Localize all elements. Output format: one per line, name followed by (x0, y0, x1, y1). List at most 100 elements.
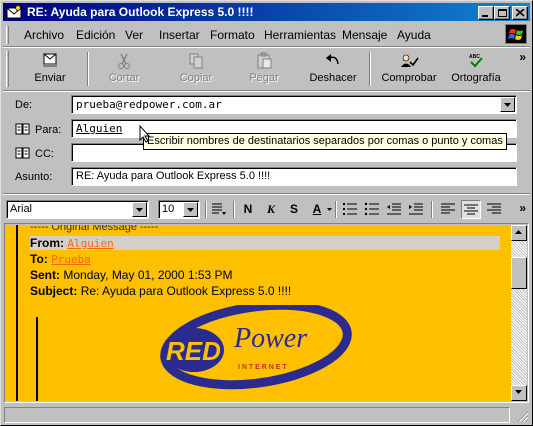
to-label: Para: (35, 124, 62, 136)
subject-field[interactable]: RE: Ayuda para Outlook Express 5.0 !!!! (71, 167, 517, 186)
to-line-link[interactable]: Prueba (51, 253, 91, 266)
menu-ver[interactable]: Ver (125, 28, 143, 42)
bold-button[interactable]: N (238, 200, 258, 219)
close-button[interactable] (512, 6, 528, 20)
format-separator (205, 201, 207, 218)
menu-archivo[interactable]: Archivo (24, 28, 64, 42)
check-names-icon (401, 54, 419, 67)
increase-indent-button[interactable] (406, 200, 426, 219)
undo-icon (326, 54, 339, 65)
size-value: 10 (162, 203, 175, 215)
undo-label: Deshacer (309, 72, 357, 84)
title-bar[interactable]: RE: Ayuda para Outlook Express 5.0 !!!! (3, 3, 530, 21)
align-right-icon (487, 203, 501, 214)
underline-button[interactable]: S (284, 200, 304, 219)
subject-line-label: Subject: (30, 284, 78, 298)
format-bar: Arial 10 N K S A » (4, 197, 530, 221)
maximize-button[interactable] (494, 6, 510, 20)
menu-ayuda[interactable]: Ayuda (397, 28, 431, 42)
from-line-label: From: (30, 236, 64, 250)
subject-line: Subject: Re: Ayuda para Outlook Express … (30, 284, 291, 298)
from-line: From: Alguien (30, 236, 500, 250)
decrease-indent-button[interactable] (384, 200, 404, 219)
paste-button[interactable]: Pegar (232, 50, 296, 88)
check-names-button[interactable]: Comprobar (374, 50, 444, 88)
toolbar-separator (87, 52, 89, 86)
check-names-label: Comprobar (381, 72, 437, 84)
chevron-down-icon (187, 208, 194, 212)
bold-icon: N (243, 202, 253, 216)
send-button[interactable]: Enviar (18, 50, 82, 88)
size-select[interactable]: 10 (158, 200, 200, 219)
undo-button[interactable]: Deshacer (301, 50, 365, 88)
from-select[interactable]: prueba@redpower.com.ar (71, 95, 517, 114)
redpower-logo: RED Power I N T E R N E T (160, 305, 352, 390)
copy-icon (189, 53, 203, 69)
send-label: Enviar (34, 72, 66, 84)
font-color-icon: A (312, 202, 322, 216)
menu-grip[interactable] (6, 26, 9, 44)
minimize-button[interactable] (478, 6, 494, 20)
align-left-icon (441, 203, 455, 214)
align-left-button[interactable] (438, 200, 458, 219)
menu-edicion[interactable]: Edición (76, 28, 115, 42)
numbered-list-button[interactable] (340, 200, 360, 219)
font-dropdown-button[interactable] (132, 202, 147, 217)
to-recipient[interactable]: Alguien (76, 122, 122, 135)
scroll-up-button[interactable] (511, 225, 527, 241)
bullet-list-button[interactable] (362, 200, 382, 219)
menu-herramientas[interactable]: Herramientas (264, 28, 336, 42)
toolbar-separator (369, 52, 371, 86)
from-line-link[interactable]: Alguien (67, 237, 113, 250)
cc-label-wrap[interactable]: CC: (15, 147, 54, 160)
chevron-up-icon (515, 230, 522, 234)
window-title: RE: Ayuda para Outlook Express 5.0 !!!! (27, 5, 254, 19)
sent-line-value: Monday, May 01, 2000 1:53 PM (63, 268, 233, 282)
toolbar-more-button[interactable]: » (519, 50, 526, 64)
paragraph-style-button[interactable] (209, 200, 229, 219)
to-label-wrap[interactable]: Para: (15, 123, 61, 136)
spelling-label: Ortografía (451, 72, 501, 84)
scroll-down-button[interactable] (511, 385, 527, 401)
paste-label: Pegar (249, 72, 279, 84)
scroll-thumb[interactable] (511, 257, 527, 289)
cc-label: CC: (35, 148, 54, 160)
format-more-button[interactable]: » (519, 201, 526, 215)
menu-mensaje[interactable]: Mensaje (342, 28, 387, 42)
align-right-button[interactable] (484, 200, 504, 219)
align-center-icon (464, 204, 478, 215)
font-color-button[interactable]: A (307, 200, 327, 219)
vertical-scrollbar[interactable] (511, 225, 527, 401)
status-panel (4, 407, 510, 423)
menu-formato[interactable]: Formato (210, 28, 255, 42)
font-select[interactable]: Arial (6, 200, 149, 219)
menu-insertar[interactable]: Insertar (159, 28, 200, 42)
address-book-icon (15, 123, 30, 135)
chevron-down-icon (327, 208, 332, 211)
maximize-icon (498, 9, 507, 17)
numbered-list-icon (343, 203, 357, 215)
toolbar-grip[interactable] (6, 51, 9, 87)
underline-icon: S (289, 202, 298, 216)
recipients-tooltip: Escribir nombres de destinatarios separa… (143, 133, 507, 150)
align-center-button[interactable] (461, 200, 481, 219)
subject-line-value: Re: Ayuda para Outlook Express 5.0 !!!! (80, 284, 292, 298)
chevron-down-icon (504, 103, 511, 107)
sent-line: Sent: Monday, May 01, 2000 1:53 PM (30, 268, 233, 282)
copy-label: Copiar (179, 72, 213, 84)
scissors-icon (118, 53, 130, 69)
spelling-button[interactable]: ABC Ortografía (444, 50, 508, 88)
cut-button[interactable]: Cortar (92, 50, 156, 88)
size-dropdown-button[interactable] (183, 202, 198, 217)
toolbar-separator-bottom (3, 90, 530, 92)
windows-logo (505, 24, 527, 44)
original-message-divider: ----- Original Message ----- (30, 225, 159, 233)
message-body[interactable]: ----- Original Message ----- From: Algui… (6, 225, 511, 401)
from-dropdown-button[interactable] (500, 97, 515, 112)
italic-button[interactable]: K (261, 200, 281, 219)
copy-button[interactable]: Copiar (164, 50, 228, 88)
resize-grip-icon[interactable] (516, 410, 529, 423)
outlook-express-icon (6, 5, 22, 19)
quote-bar-inner (36, 317, 38, 401)
from-value: prueba@redpower.com.ar (76, 98, 222, 111)
